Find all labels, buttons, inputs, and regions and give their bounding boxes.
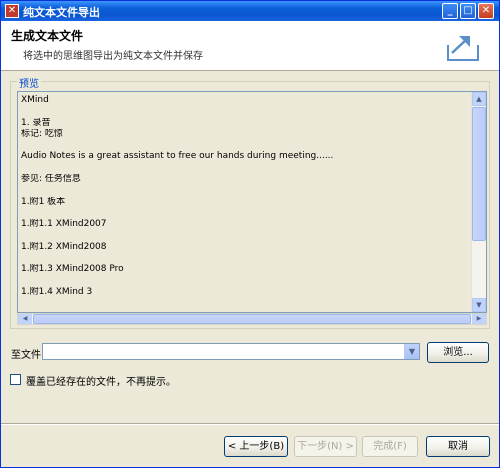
back-button[interactable]: < 上一步(B) [224, 436, 288, 457]
vertical-scrollbar[interactable]: ▲ ▼ [471, 92, 486, 312]
horizontal-scrollbar[interactable]: ◀ ▶ [17, 313, 487, 325]
file-path-combo[interactable]: ▼ [42, 343, 420, 360]
vertical-scroll-thumb[interactable] [472, 107, 486, 241]
preview-line [21, 253, 469, 264]
maximize-button[interactable]: □ [460, 3, 476, 19]
preview-line [21, 231, 469, 242]
overwrite-label: 覆盖已经存在的文件，不再提示。 [26, 377, 176, 388]
preview-line: 1. 录音 [21, 117, 51, 128]
export-dialog: ✕ 纯文本文件导出 _ □ ✕ 生成文本文件 将选中的思维图导出为纯文本文件并保… [0, 0, 500, 468]
window-title: 纯文本文件导出 [23, 6, 100, 19]
preview-line: 1.附1.3 XMind2008 Pro [21, 264, 124, 275]
chevron-down-icon[interactable]: ▼ [404, 344, 419, 359]
next-button[interactable]: 下一步(N) > [294, 436, 357, 457]
page-title: 生成文本文件 [11, 29, 84, 43]
preview-line: 1.附1.4 XMind 3 [21, 287, 93, 298]
preview-line [21, 185, 469, 196]
file-path-input[interactable] [45, 345, 405, 358]
preview-legend: 预览 [17, 75, 41, 90]
button-separator [1, 423, 499, 425]
preview-line: 标记: 吃惊 [21, 128, 63, 139]
page-description: 将选中的思维图导出为纯文本文件并保存 [23, 51, 203, 62]
scroll-down-icon[interactable]: ▼ [472, 298, 486, 312]
preview-content: XMind 1. 录音 标记: 吃惊 Audio Notes is a grea… [21, 95, 469, 298]
preview-line: Audio Notes is a great assistant to free… [21, 151, 334, 162]
xmind-app-icon: ✕ [5, 4, 19, 18]
export-icon [447, 36, 479, 61]
preview-line [21, 208, 469, 219]
wizard-header: 生成文本文件 将选中的思维图导出为纯文本文件并保存 [1, 21, 499, 71]
preview-line: XMind [21, 95, 49, 105]
scroll-right-icon[interactable]: ▶ [472, 314, 486, 324]
horizontal-scroll-thumb[interactable] [33, 314, 471, 324]
preview-textarea[interactable]: XMind 1. 录音 标记: 吃惊 Audio Notes is a grea… [17, 91, 487, 313]
file-label: 至文件: [11, 350, 45, 361]
minimize-button[interactable]: _ [442, 3, 458, 19]
overwrite-checkbox[interactable] [10, 374, 21, 385]
scroll-left-icon[interactable]: ◀ [18, 314, 32, 324]
close-button[interactable]: ✕ [478, 3, 494, 19]
browse-button[interactable]: 浏览... [427, 342, 489, 363]
preview-line [21, 140, 469, 151]
scroll-up-icon[interactable]: ▲ [472, 92, 486, 106]
preview-line: 参见: 任务信息 [21, 174, 81, 185]
preview-line [21, 276, 469, 287]
title-bar[interactable]: ✕ 纯文本文件导出 _ □ ✕ [1, 1, 499, 21]
preview-line: 1.附1.1 XMind2007 [21, 219, 107, 230]
preview-line [21, 163, 469, 174]
preview-line: 1.附1 板本 [21, 196, 66, 207]
finish-button[interactable]: 完成(F) [362, 436, 418, 457]
cancel-button[interactable]: 取消 [426, 436, 490, 457]
preview-line [21, 106, 469, 117]
preview-line: 1.附1.2 XMind2008 [21, 241, 107, 252]
